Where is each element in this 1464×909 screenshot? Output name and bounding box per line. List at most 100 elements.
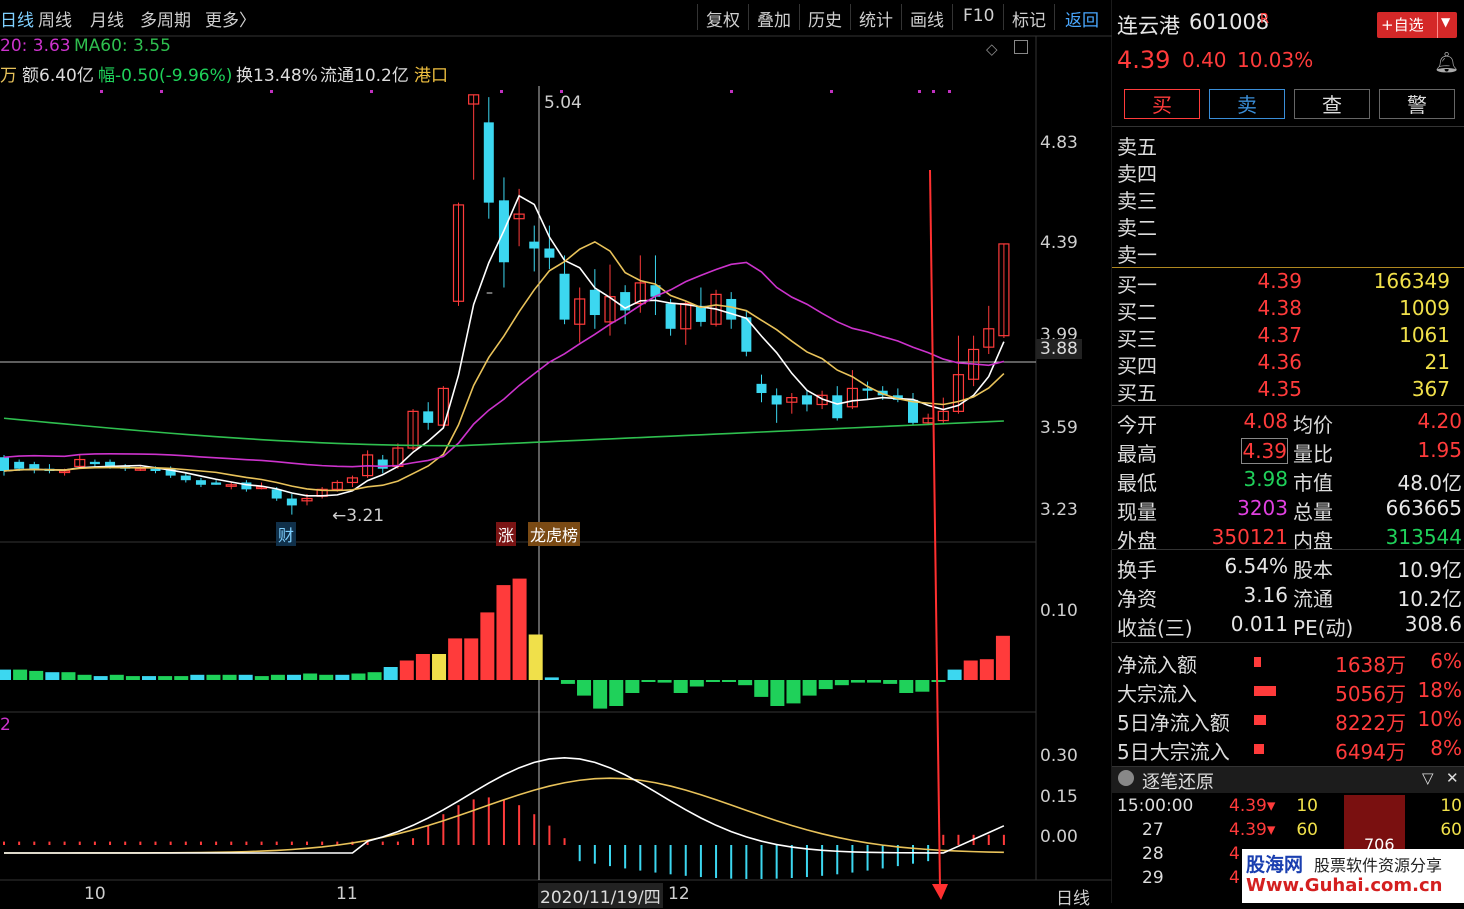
- volume-bar: [93, 676, 108, 680]
- tick-time: 27: [1142, 820, 1164, 840]
- quote-value: 4.20: [1417, 409, 1462, 433]
- volume-bar: [464, 638, 479, 680]
- macd-tick: 0.15: [1040, 787, 1078, 807]
- volume-bar: [899, 680, 914, 693]
- candle-body: [559, 273, 570, 320]
- quote-label: 均价: [1293, 413, 1333, 437]
- candle-body: [832, 395, 843, 419]
- collapse-icon[interactable]: [1118, 770, 1134, 786]
- volume-bar: [802, 680, 817, 696]
- panel-toggle-icon[interactable]: [1014, 40, 1028, 54]
- volume-bar: [206, 674, 221, 680]
- watermark-url: Www.Guhai.com.cn: [1246, 875, 1443, 896]
- quote-label: 最低: [1117, 471, 1157, 495]
- volume-bar: [834, 680, 849, 686]
- flow-bar: [1254, 744, 1264, 754]
- ma20-line: [3, 261, 1005, 468]
- query-button[interactable]: 查: [1294, 89, 1370, 119]
- volume-bar: [480, 612, 495, 680]
- quote-label: 市值: [1293, 471, 1333, 495]
- limit-up-tag[interactable]: 涨: [496, 522, 517, 546]
- buy-button[interactable]: 买: [1124, 89, 1200, 119]
- quote-value: 350121: [1211, 525, 1288, 549]
- volume-bar: [383, 667, 398, 680]
- signal-dot: [160, 90, 163, 93]
- volume-bar: [125, 676, 140, 680]
- ticks-header: 逐笔还原 ▽ ✕: [1112, 767, 1464, 793]
- watermark-slogan: 股票软件资源分享: [1314, 856, 1443, 875]
- bid-volume: 367: [1411, 377, 1450, 401]
- time-tick-dec: 12: [668, 884, 690, 904]
- signal-dot: [100, 90, 103, 93]
- tick-price: 4: [1229, 844, 1240, 864]
- divider: [1112, 126, 1464, 127]
- add-watchlist-label: +自选: [1381, 16, 1424, 34]
- volume-bar: [722, 680, 737, 682]
- volume-bar: [254, 676, 269, 680]
- volume-bar: [544, 677, 559, 680]
- volume-bar: [158, 676, 173, 680]
- quote-value: 3.98: [1243, 467, 1288, 491]
- price-tick: 3.23: [1040, 500, 1078, 520]
- tick-time: 28: [1142, 844, 1164, 864]
- flow-bar: [1254, 715, 1266, 725]
- bid-volume: 1061: [1399, 323, 1450, 347]
- quote-value: 3203: [1237, 496, 1288, 520]
- flow-value: 5056万: [1335, 682, 1406, 706]
- diamond-icon[interactable]: ◇: [986, 40, 998, 58]
- candle-body: [665, 303, 676, 329]
- dash-mark: –: [486, 285, 493, 301]
- candle-body: [286, 498, 297, 506]
- quote-label: 总量: [1293, 500, 1333, 524]
- volume-bar: [818, 680, 833, 690]
- bell-icon[interactable]: 🔔︎: [1434, 50, 1459, 74]
- chevron-down-icon[interactable]: ▼: [1441, 15, 1450, 29]
- candle-body: [771, 395, 782, 405]
- volume-bar: [432, 654, 447, 680]
- volume-bar: [593, 680, 608, 709]
- candle-body: [483, 122, 494, 203]
- quote-panel: 连云港 601008 R +自选 ▼ 4.39 0.40 10.03% 🔔︎ 买…: [1112, 0, 1464, 903]
- period-label: 日线: [1056, 889, 1090, 909]
- volume-bar: [577, 680, 592, 696]
- close-icon[interactable]: ✕: [1446, 769, 1459, 787]
- time-tick-oct: 10: [84, 884, 106, 904]
- dragon-tiger-tag[interactable]: 龙虎榜: [528, 522, 581, 546]
- volume-bar: [303, 673, 318, 680]
- fund-value: 10.9亿: [1397, 558, 1462, 582]
- quote-label: 量比: [1293, 442, 1333, 466]
- fund-label: 净资: [1117, 587, 1157, 611]
- candle-body: [29, 464, 40, 469]
- volume-bar: [270, 674, 285, 680]
- macd-tick: 0.00: [1040, 827, 1078, 847]
- filter-icon[interactable]: ▽: [1422, 769, 1434, 787]
- add-watchlist-button[interactable]: +自选 ▼: [1377, 12, 1457, 38]
- volume-bar: [367, 672, 382, 680]
- volume-bar: [995, 635, 1010, 680]
- volume-bar: [222, 674, 237, 680]
- candle-body: [908, 399, 918, 423]
- volume-bar: [335, 674, 350, 680]
- kline-chart[interactable]: [0, 0, 1112, 903]
- divider: [1112, 549, 1464, 550]
- alert-button[interactable]: 警: [1379, 89, 1455, 119]
- fund-label: PE(动): [1293, 616, 1354, 640]
- financial-tag[interactable]: 财: [276, 522, 297, 546]
- flow-value: 6494万: [1335, 740, 1406, 764]
- signal-dot: [948, 90, 951, 93]
- ma60-line: [3, 417, 1004, 447]
- sell-button[interactable]: 卖: [1209, 89, 1285, 119]
- volume-bar: [319, 674, 334, 680]
- volume-bar: [142, 676, 157, 680]
- volume-bar: [496, 585, 511, 680]
- ask-label: 卖一: [1117, 243, 1157, 267]
- volume-bar: [415, 654, 430, 680]
- ask-label: 卖五: [1117, 135, 1157, 159]
- flow-label: 大宗流入: [1117, 682, 1197, 706]
- flow-pct: 18%: [1417, 678, 1462, 702]
- volume-bar: [867, 680, 882, 683]
- candle-body: [801, 395, 812, 405]
- volume-bar: [786, 680, 801, 704]
- annotation-arrow-head: [932, 884, 948, 900]
- candle-body: [195, 480, 206, 485]
